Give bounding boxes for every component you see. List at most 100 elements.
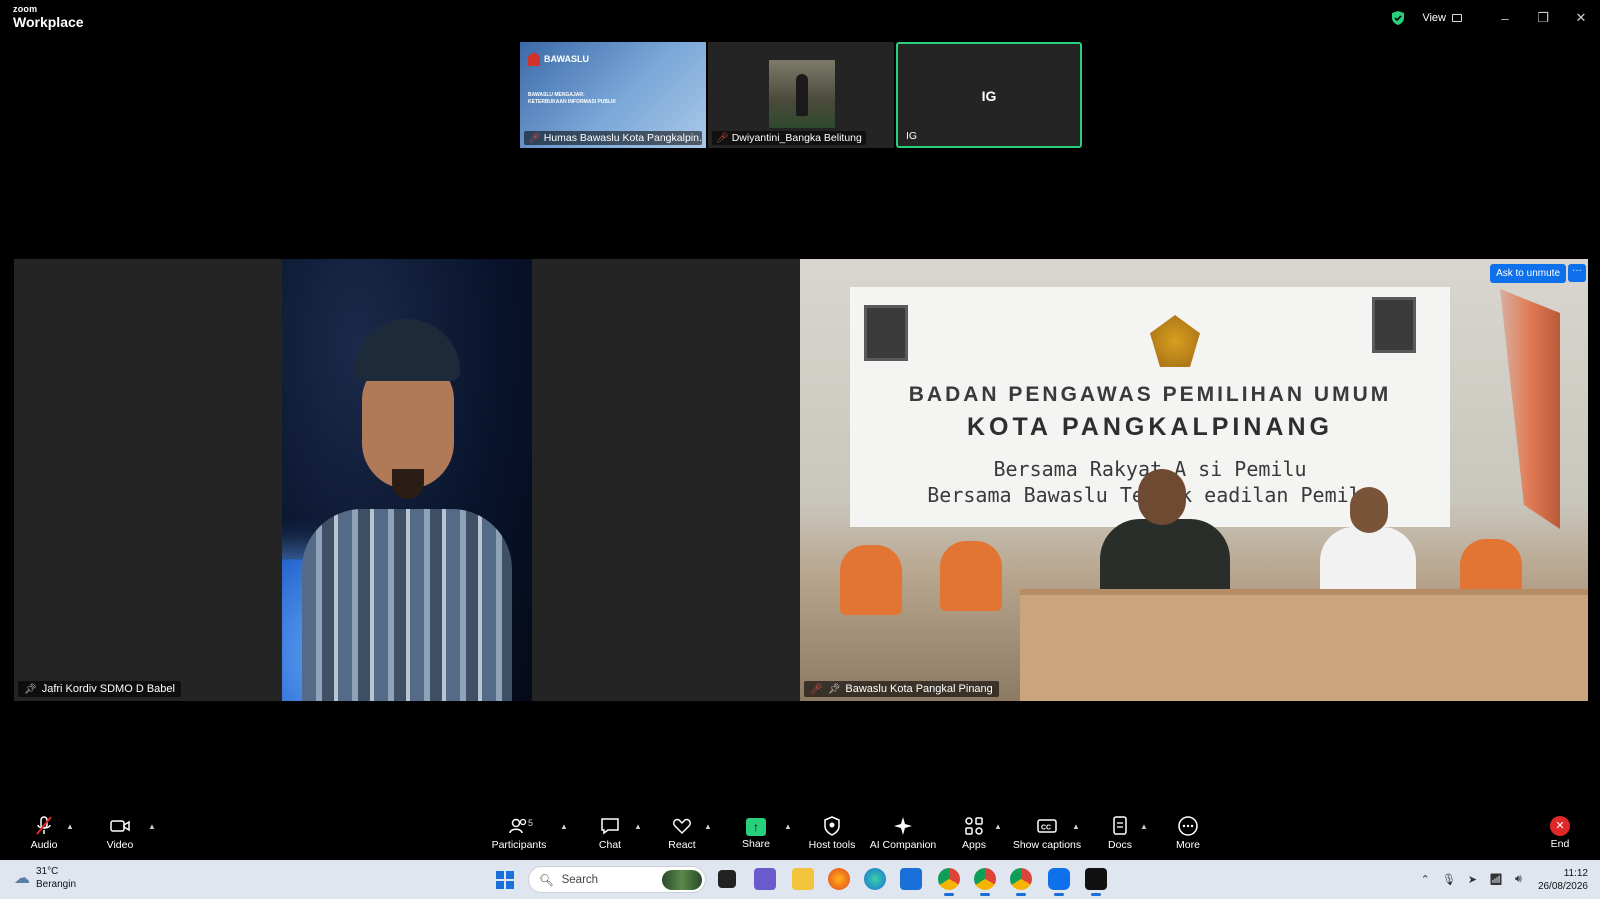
view-label: View <box>1422 12 1446 24</box>
taskbar-search-box[interactable]: 🔍︎ Search <box>528 866 706 893</box>
weather-widget[interactable]: ☁ 31°C Berangin <box>14 865 76 891</box>
chrome-icon[interactable] <box>938 868 960 896</box>
participant-name: Humas Bawaslu Kota Pangkalpin... <box>543 132 702 144</box>
shield-icon[interactable] <box>1390 10 1406 26</box>
video-tile-bawaslu-kota[interactable]: BADAN PENGAWAS PEMILIHAN UMUM KOTA PANGK… <box>800 259 1588 701</box>
share-options-caret-icon[interactable]: ▲ <box>784 822 792 831</box>
search-placeholder: Search <box>561 873 599 886</box>
windows-start-icon[interactable] <box>496 871 514 889</box>
banner-line-1: BADAN PENGAWAS PEMILIHAN UMUM <box>908 383 1392 406</box>
file-explorer-icon[interactable] <box>792 868 814 890</box>
wifi-icon[interactable]: 📶︎ <box>1489 873 1503 886</box>
search-icon: 🔍︎ <box>539 874 554 887</box>
chat-button[interactable]: Chat <box>590 808 630 858</box>
video-options-caret-icon[interactable]: ▲ <box>148 822 156 831</box>
participant-name-label: 🎤︎ 📌︎ Bawaslu Kota Pangkal Pinang <box>804 681 999 697</box>
chrome-icon[interactable] <box>1010 868 1032 896</box>
close-button[interactable]: ✕ <box>1562 0 1600 36</box>
grid-view-icon <box>1452 14 1462 22</box>
participant-figure <box>302 319 512 701</box>
participant-name-label: 🎤︎ Dwiyantini_Bangka Belitung <box>712 131 866 145</box>
mic-muted-icon: 🎤︎ <box>716 132 729 144</box>
participants-label: Participants <box>491 839 547 851</box>
end-meeting-button[interactable]: ✕ End <box>1540 808 1580 858</box>
host-shield-icon <box>822 815 842 837</box>
participant-name-label: IG <box>902 129 921 143</box>
microphone-tray-icon[interactable]: 🎙︎ <box>1442 873 1456 886</box>
chat-options-caret-icon[interactable]: ▲ <box>634 822 642 831</box>
mic-muted-icon: 🎤︎ <box>810 683 823 695</box>
task-view-icon[interactable] <box>718 870 736 888</box>
beard <box>392 469 424 499</box>
more-dots-icon <box>1177 815 1199 837</box>
docs-button[interactable]: Docs <box>1100 808 1140 858</box>
view-button[interactable]: View <box>1422 12 1462 24</box>
video-label: Video <box>106 839 134 851</box>
react-button[interactable]: React <box>660 808 704 858</box>
video-button[interactable]: Video <box>100 808 140 858</box>
participants-count: 5 <box>528 818 534 828</box>
brand-big: Workplace <box>13 14 84 30</box>
audio-button[interactable]: Audio <box>24 808 64 858</box>
taskbar-clock[interactable]: 11:12 26/08/2026 <box>1538 867 1588 893</box>
tile-more-options-button[interactable]: ··· <box>1568 264 1586 282</box>
wind-weather-icon: ☁ <box>14 870 30 887</box>
firefox-icon[interactable] <box>828 868 850 890</box>
svg-text:CC: CC <box>1041 825 1051 832</box>
bawaslu-logo: BAWASLU <box>528 52 589 66</box>
participants-icon: 5 <box>508 815 534 837</box>
participant-name-label: 🎤︎ Humas Bawaslu Kota Pangkalpin... <box>524 131 702 145</box>
edge-icon[interactable] <box>864 868 886 890</box>
pin-icon: 📌︎ <box>827 683 841 695</box>
participant-video: BADAN PENGAWAS PEMILIHAN UMUM KOTA PANGK… <box>800 259 1588 701</box>
thumbnail-humas-bawaslu[interactable]: BAWASLU BAWASLU MENGAJAR: KETERBUKAAN IN… <box>520 42 706 148</box>
participants-button[interactable]: 5 Participants <box>486 808 552 858</box>
garuda-emblem-icon <box>1150 315 1200 367</box>
docs-label: Docs <box>1108 839 1132 851</box>
minimize-button[interactable]: – <box>1486 0 1524 36</box>
restore-button[interactable]: ❐ <box>1524 0 1562 36</box>
banner-line-2: KOTA PANGKALPINANG <box>967 413 1333 441</box>
share-button[interactable]: ↑ Share <box>736 808 776 858</box>
zoom-app-icon[interactable] <box>1048 868 1070 896</box>
ai-companion-label: AI Companion <box>869 839 937 851</box>
share-screen-icon: ↑ <box>746 818 766 836</box>
apps-options-caret-icon[interactable]: ▲ <box>994 822 1002 831</box>
brand-small: zoom <box>13 4 38 14</box>
video-tile-jafri[interactable]: 📌︎ Jafri Kordiv SDMO D Babel <box>14 259 800 701</box>
ask-to-unmute-button[interactable]: Ask to unmute <box>1490 264 1566 283</box>
flag <box>1500 289 1560 529</box>
chat-label: Chat <box>598 839 622 851</box>
host-tools-button[interactable]: Host tools <box>804 808 860 858</box>
microsoft-store-icon[interactable] <box>900 868 922 890</box>
captions-options-caret-icon[interactable]: ▲ <box>1072 822 1080 831</box>
more-label: More <box>1176 839 1200 851</box>
more-button[interactable]: More <box>1168 808 1208 858</box>
apps-button[interactable]: Apps <box>954 808 994 858</box>
participant-name: Jafri Kordiv SDMO D Babel <box>41 683 175 695</box>
participants-options-caret-icon[interactable]: ▲ <box>560 822 568 831</box>
volume-icon[interactable]: 🔊︎ <box>1515 873 1522 886</box>
video-camera-icon <box>109 815 131 837</box>
location-tray-icon[interactable]: ➤ <box>1468 873 1477 886</box>
meeting-toolbar: Audio ▲ Video ▲ 5 Participants ▲ Chat ▲ … <box>0 808 1600 858</box>
docs-options-caret-icon[interactable]: ▲ <box>1140 822 1148 831</box>
chevron-up-icon[interactable]: ⌃ <box>1421 873 1430 886</box>
ai-companion-button[interactable]: AI Companion <box>868 808 938 858</box>
bawaslu-mark-icon <box>528 52 540 66</box>
react-options-caret-icon[interactable]: ▲ <box>704 822 712 831</box>
terminal-app-icon[interactable] <box>1085 868 1107 896</box>
teams-icon[interactable] <box>754 868 776 890</box>
chat-bubble-icon <box>599 815 621 837</box>
thumbnail-ig-active-speaker[interactable]: IG IG <box>896 42 1082 148</box>
clock-date: 26/08/2026 <box>1537 880 1588 892</box>
system-tray: ⌃ 🎙︎ ➤ 📶︎ 🔊︎ 11:12 26/08/2026 <box>1415 860 1600 899</box>
host-tools-label: Host tools <box>808 839 856 851</box>
participant-video <box>769 60 835 128</box>
show-captions-button[interactable]: CC Show captions <box>1012 808 1082 858</box>
chrome-icon[interactable] <box>974 868 996 896</box>
thumbnail-dwiyantini[interactable]: 🎤︎ Dwiyantini_Bangka Belitung <box>708 42 894 148</box>
end-x-icon: ✕ <box>1550 816 1570 836</box>
pin-icon: 📌︎ <box>24 683 37 695</box>
audio-options-caret-icon[interactable]: ▲ <box>66 822 74 831</box>
